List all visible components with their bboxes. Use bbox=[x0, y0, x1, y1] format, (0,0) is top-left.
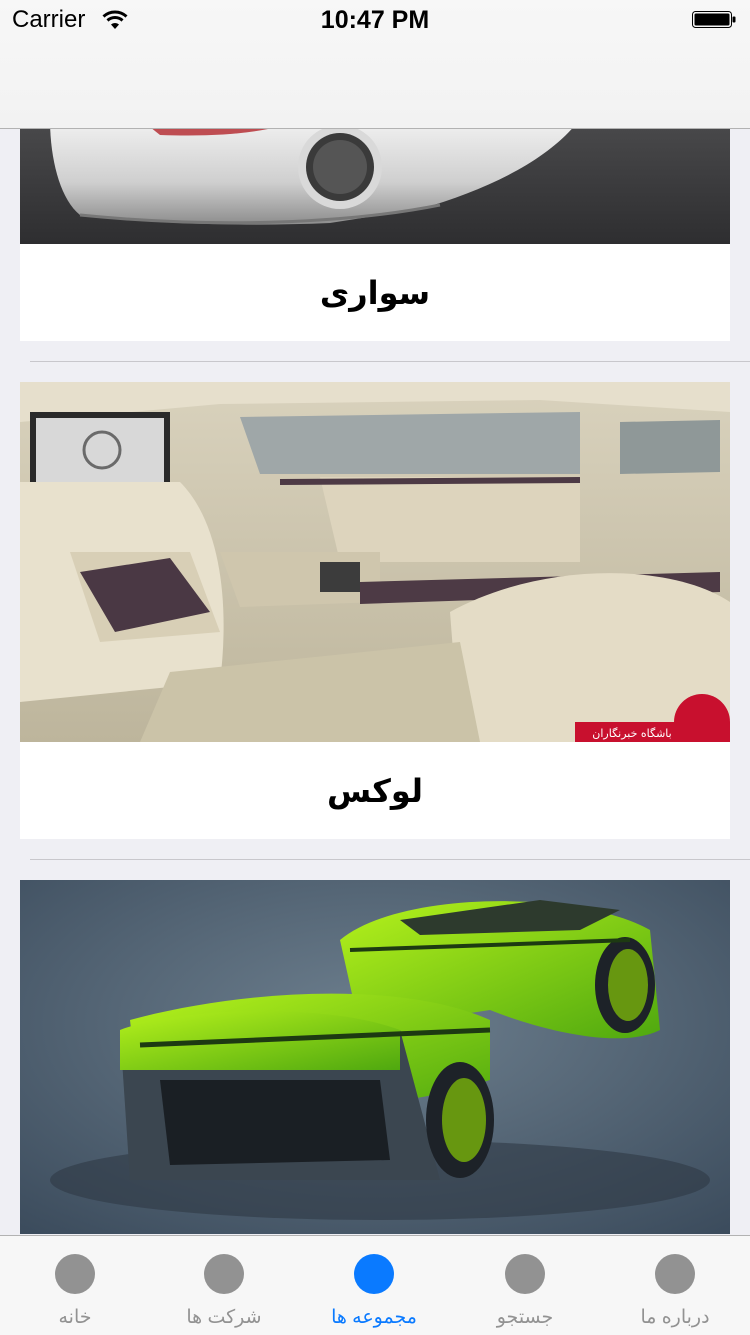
tab-search[interactable]: جستجو bbox=[450, 1236, 600, 1335]
search-tab-icon bbox=[505, 1254, 545, 1294]
card-title: لوکس bbox=[327, 772, 423, 809]
tab-bar: خانه شرکت ها مجموعه ها جستجو درباره ما bbox=[0, 1235, 750, 1335]
tab-label: درباره ما bbox=[640, 1307, 710, 1328]
card-image-sedan bbox=[20, 129, 730, 244]
collection-card-race[interactable] bbox=[20, 880, 730, 1234]
collection-card-luxury[interactable]: باشگاه خبرنگاران لوکس bbox=[20, 382, 730, 839]
companies-tab-icon bbox=[204, 1254, 244, 1294]
card-image-race bbox=[20, 880, 730, 1234]
battery-icon bbox=[692, 11, 736, 28]
card-image-luxury: باشگاه خبرنگاران bbox=[20, 382, 730, 742]
collection-card-sedan[interactable]: سواری bbox=[20, 129, 730, 341]
tab-home[interactable]: خانه bbox=[0, 1236, 150, 1335]
tab-label: مجموعه ها bbox=[331, 1307, 417, 1328]
collections-tab-icon bbox=[354, 1254, 394, 1294]
tab-label: خانه bbox=[58, 1307, 92, 1328]
tab-about[interactable]: درباره ما bbox=[600, 1236, 750, 1335]
about-tab-icon bbox=[655, 1254, 695, 1294]
tab-label: جستجو bbox=[496, 1307, 554, 1328]
card-title: سواری bbox=[319, 274, 431, 311]
row-separator bbox=[30, 859, 750, 860]
home-tab-icon bbox=[55, 1254, 95, 1294]
status-bar: Carrier 10:47 PM bbox=[0, 0, 750, 40]
collection-list[interactable]: سواری باشگاه خبرنگاران لوکس bbox=[0, 129, 750, 1234]
row-separator bbox=[30, 361, 750, 362]
tab-companies[interactable]: شرکت ها bbox=[149, 1236, 299, 1335]
tab-collections[interactable]: مجموعه ها bbox=[299, 1236, 449, 1335]
watermark-text: باشگاه خبرنگاران bbox=[592, 727, 671, 740]
status-time: 10:47 PM bbox=[320, 6, 430, 34]
tab-label: شرکت ها bbox=[186, 1307, 262, 1328]
